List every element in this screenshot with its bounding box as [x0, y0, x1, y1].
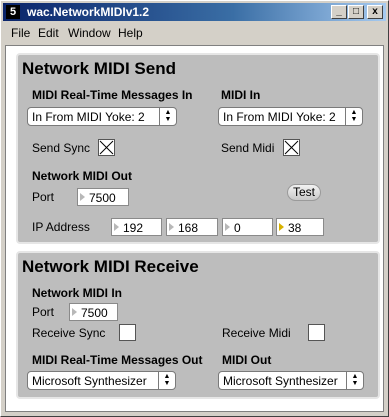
- receive-midi-label: Receive Midi: [222, 326, 291, 340]
- test-button[interactable]: Test: [287, 184, 321, 201]
- ip-address-label: IP Address: [32, 220, 90, 234]
- close-button[interactable]: x: [367, 5, 383, 19]
- menu-help[interactable]: Help: [118, 26, 143, 40]
- receive-port-field[interactable]: 7500: [69, 303, 118, 321]
- ip-octet-3-value: 0: [234, 221, 241, 235]
- send-sync-checkbox[interactable]: [98, 139, 115, 156]
- send-midi-checkbox[interactable]: [283, 139, 300, 156]
- receive-midi-checkbox[interactable]: [308, 324, 325, 341]
- midi-in-value: In From MIDI Yoke: 2: [223, 110, 336, 124]
- title-bar[interactable]: 5 wac.NetworkMIDIv1.2 _ □ x: [3, 3, 386, 21]
- number-arrow-icon: [169, 223, 174, 231]
- network-midi-in-label: Network MIDI In: [32, 286, 123, 300]
- rt-out-value: Microsoft Synthesizer: [32, 374, 147, 388]
- midi-out-label: MIDI Out: [222, 353, 272, 367]
- receive-panel-title: Network MIDI Receive: [22, 257, 199, 276]
- check-x-icon: [99, 140, 114, 155]
- send-panel-title: Network MIDI Send: [22, 59, 176, 78]
- send-port-label: Port: [32, 190, 55, 204]
- number-arrow-icon: [114, 223, 119, 231]
- midi-in-label: MIDI In: [221, 88, 261, 102]
- menu-bar: File Edit Window Help: [3, 23, 386, 43]
- number-arrow-icon: [72, 308, 77, 316]
- rt-out-label: MIDI Real-Time Messages Out: [32, 353, 203, 367]
- chevron-updown-icon: ▲ ▼: [158, 372, 175, 389]
- ip-octet-4[interactable]: 38: [276, 218, 324, 236]
- rt-in-value: In From MIDI Yoke: 2: [32, 110, 145, 124]
- midi-in-select[interactable]: In From MIDI Yoke: 2 ▲ ▼: [218, 107, 363, 126]
- check-x-icon: [284, 140, 299, 155]
- menu-file[interactable]: File: [11, 26, 30, 40]
- rt-in-select[interactable]: In From MIDI Yoke: 2 ▲ ▼: [27, 107, 177, 126]
- receive-port-value: 7500: [81, 306, 108, 320]
- app-icon[interactable]: 5: [6, 5, 20, 19]
- ip-octet-2[interactable]: 168: [166, 218, 218, 236]
- chevron-updown-icon: ▲ ▼: [346, 372, 363, 389]
- midi-out-value: Microsoft Synthesizer: [223, 374, 338, 388]
- send-midi-label: Send Midi: [221, 141, 275, 155]
- app-window: 5 wac.NetworkMIDIv1.2 _ □ x File Edit Wi…: [0, 0, 389, 417]
- ip-octet-3[interactable]: 0: [222, 218, 273, 236]
- receive-port-label: Port: [32, 305, 55, 319]
- minimize-button[interactable]: _: [331, 5, 347, 19]
- rt-in-label: MIDI Real-Time Messages In: [32, 88, 193, 102]
- send-port-value: 7500: [89, 191, 116, 205]
- send-port-field[interactable]: 7500: [77, 188, 129, 206]
- chevron-updown-icon: ▲ ▼: [159, 108, 176, 125]
- network-midi-out-label: Network MIDI Out: [32, 169, 133, 183]
- number-arrow-icon: [80, 193, 85, 201]
- number-arrow-icon: [279, 223, 284, 231]
- receive-sync-checkbox[interactable]: [119, 324, 136, 341]
- maximize-button[interactable]: □: [348, 5, 364, 19]
- menu-edit[interactable]: Edit: [38, 26, 59, 40]
- ip-octet-1[interactable]: 192: [111, 218, 162, 236]
- ip-octet-2-value: 168: [178, 221, 199, 235]
- ip-octet-1-value: 192: [123, 221, 144, 235]
- network-midi-send-panel: Network MIDI Send MIDI Real-Time Message…: [16, 53, 380, 244]
- chevron-updown-icon: ▲ ▼: [345, 108, 362, 125]
- midi-out-select[interactable]: Microsoft Synthesizer ▲ ▼: [218, 371, 364, 390]
- network-midi-receive-panel: Network MIDI Receive Network MIDI In Por…: [16, 251, 380, 399]
- menu-window[interactable]: Window: [68, 26, 111, 40]
- window-title: wac.NetworkMIDIv1.2: [27, 5, 150, 19]
- client-area: Network MIDI Send MIDI Real-Time Message…: [5, 45, 384, 412]
- receive-sync-label: Receive Sync: [32, 326, 106, 340]
- send-sync-label: Send Sync: [32, 141, 91, 155]
- ip-octet-4-value: 38: [288, 221, 302, 235]
- rt-out-select[interactable]: Microsoft Synthesizer ▲ ▼: [27, 371, 176, 390]
- number-arrow-icon: [225, 223, 230, 231]
